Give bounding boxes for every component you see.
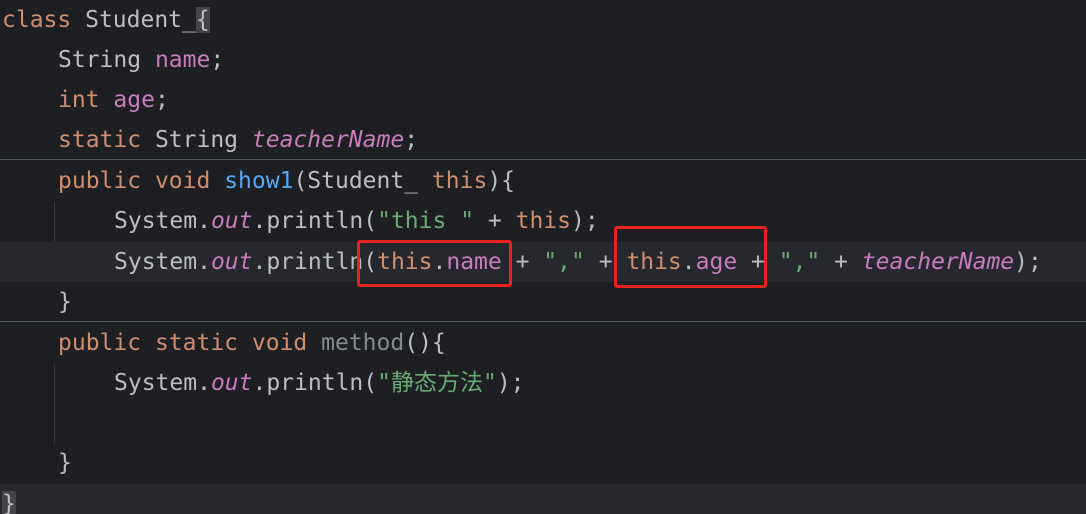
method-separator <box>0 321 1086 322</box>
keyword: static <box>141 330 252 356</box>
method-name: show1 <box>224 168 294 194</box>
code-line-5[interactable]: public void show1(Student_ this){ <box>0 161 1086 201</box>
code-line-3[interactable]: int age; <box>0 80 1086 120</box>
punctuation: ); <box>1014 249 1042 275</box>
method-name: method <box>321 330 405 356</box>
field-name: age <box>113 87 155 113</box>
code-line-2[interactable]: String name; <box>0 40 1086 80</box>
code-line-8[interactable]: } <box>0 282 1086 322</box>
punctuation: ); <box>570 208 599 234</box>
code-line-13[interactable]: } <box>0 484 1086 514</box>
code-line-12[interactable]: } <box>0 443 1086 483</box>
code-editor[interactable]: class Student_{ String name; int age; st… <box>0 0 1086 514</box>
annotation-box-this-age <box>614 226 767 288</box>
method-call: .println( <box>252 370 378 396</box>
class-ref: System. <box>114 370 211 396</box>
code-line-10[interactable]: System.out.println("静态方法"); <box>0 363 1086 403</box>
keyword: this <box>431 168 488 194</box>
annotation-box-this-name <box>357 240 512 287</box>
keyword: public <box>58 330 142 356</box>
string-literal: "this " <box>377 208 475 234</box>
parameter-list: (Student_ <box>293 168 432 194</box>
code-line-11[interactable] <box>0 403 1086 443</box>
type-name: String <box>141 127 252 153</box>
method-separator <box>0 159 1086 160</box>
punctuation: ; <box>404 127 419 153</box>
operator: + <box>474 208 516 234</box>
type-name: String <box>58 47 142 73</box>
closing-brace: } <box>58 450 72 476</box>
punctuation: ); <box>496 370 525 396</box>
string-literal: "静态方法" <box>377 370 497 396</box>
class-name: Student_ <box>71 7 196 33</box>
string-literal: "," <box>543 249 585 275</box>
keyword: public <box>58 168 142 194</box>
keyword: static <box>58 127 142 153</box>
code-line-6[interactable]: System.out.println("this " + this); <box>0 201 1086 241</box>
static-field-name: out <box>210 370 253 396</box>
method-call: .println( <box>252 208 378 234</box>
keyword: this <box>515 208 571 234</box>
static-field-name: out <box>210 249 253 275</box>
closing-brace: } <box>58 289 72 315</box>
code-line-1[interactable]: class Student_{ <box>0 0 1086 40</box>
class-ref: System. <box>114 249 211 275</box>
matched-brace: { <box>195 7 210 33</box>
static-field-name: out <box>210 208 253 234</box>
code-line-7[interactable]: System.out.println(this.name + "," + thi… <box>0 242 1086 282</box>
string-literal: "," <box>778 249 821 275</box>
operator: + <box>820 249 862 275</box>
punctuation: ; <box>154 87 169 113</box>
keyword: int <box>58 87 100 113</box>
punctuation: (){ <box>404 330 446 356</box>
static-field-name: teacherName <box>861 249 1015 275</box>
punctuation: ){ <box>487 168 516 194</box>
class-ref: System. <box>114 208 211 234</box>
field-name: name <box>154 47 211 73</box>
keyword: class <box>2 7 72 33</box>
code-line-4[interactable]: static String teacherName; <box>0 120 1086 160</box>
punctuation: ; <box>210 47 225 73</box>
matched-brace: } <box>2 491 16 514</box>
keyword: void <box>141 168 225 194</box>
static-field-name: teacherName <box>251 127 405 153</box>
code-line-9[interactable]: public static void method(){ <box>0 323 1086 363</box>
keyword: void <box>251 330 322 356</box>
